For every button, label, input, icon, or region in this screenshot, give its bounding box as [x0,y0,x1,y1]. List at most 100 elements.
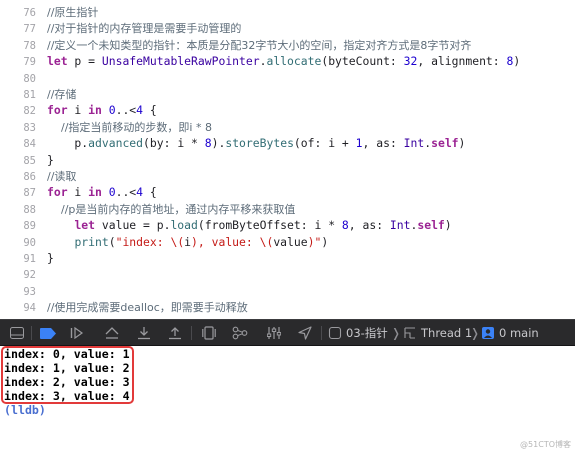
code-token: //读取 [47,170,77,183]
code-line[interactable]: 94 //使用完成需要dealloc，即需要手动释放 [0,299,248,315]
code-text: } [47,251,54,265]
chevron-right-icon: ❭ [391,326,402,340]
code-token: 1 [355,136,363,151]
code-line[interactable]: 87 for i in 0..<4 { [0,184,157,200]
debug-console[interactable]: index: 0, value: 1 index: 1, value: 2 in… [0,346,575,453]
code-token: self [431,136,459,151]
line-number: 93 [23,285,36,298]
code-token: 32 [403,54,418,69]
code-token: )" [307,234,322,249]
code-line[interactable]: 92 [0,266,47,282]
code-line[interactable]: 83 //指定当前移动的步数，即i * 8 [0,119,212,135]
code-token: p = [67,54,102,69]
code-token: ( [108,234,116,249]
code-token: (by: i * [143,136,205,151]
line-number: 88 [23,203,36,216]
code-token: let [47,54,68,69]
code-token: value = p. [95,218,171,233]
code-text: //读取 [47,169,76,183]
line-number: 84 [23,138,36,151]
view-hierarchy-icon[interactable] [201,325,217,341]
file-icon [327,325,343,341]
code-token: advanced [88,136,144,151]
code-token: { [143,185,157,200]
step-over-icon[interactable] [104,325,120,341]
code-token: } [47,152,54,167]
code-text: } [47,153,54,167]
code-token: //存储 [47,88,77,101]
code-token: , as: [348,218,390,233]
toolbar-separator [191,326,192,340]
debug-toolbar: 03-指针 ❭ Thread 1 ❭ 0 main [0,319,575,346]
code-token: 0 [108,103,116,118]
code-line[interactable]: 90 print("index: \(i), value: \(value)") [0,234,328,250]
line-number: 87 [23,187,36,200]
code-line[interactable]: 86 //读取 [0,168,76,184]
code-token: self [417,218,445,233]
line-number: 77 [23,23,36,36]
line-number: 76 [23,7,36,19]
code-token: ) [458,136,466,151]
code-text: //p是当前内存的首地址，通过内存平移来获取值 [47,202,295,216]
environment-overrides-icon[interactable] [266,325,282,341]
code-line[interactable]: 84 p.advanced(by: i * 8).storeBytes(of: … [0,135,465,151]
code-token: p. [47,136,89,151]
step-into-icon[interactable] [136,325,152,341]
code-text: print("index: \(i), value: \(value)") [47,235,328,249]
code-line[interactable]: 78 //定义一个未知类型的指针：本质是分配32字节大小的空间，指定对齐方式是8字… [0,37,471,53]
code-token: storeBytes [225,136,294,151]
line-number: 92 [23,269,36,282]
code-token: , as: [362,136,404,151]
code-line[interactable]: 85} [0,152,54,168]
code-token: //指定当前移动的步数，即i * 8 [47,120,212,134]
line-number: 83 [23,121,36,134]
code-token: } [47,251,54,265]
line-number: 94 [23,302,36,315]
code-token: ), value: \( [191,234,274,249]
code-line[interactable]: 80 [0,70,47,86]
code-token: { [143,103,157,118]
code-text: p.advanced(by: i * 8).storeBytes(of: i +… [47,136,465,150]
line-number: 85 [23,154,36,167]
code-token: ) [444,218,452,233]
code-line[interactable]: 76 //原生指针 [0,4,98,20]
code-token: Int [403,136,425,151]
lldb-prompt[interactable]: (lldb) [4,402,46,418]
code-token: //定义一个未知类型的指针：本质是分配32字节大小的空间，指定对齐方式是8字节对… [47,38,472,52]
code-token: ). [211,136,226,151]
line-number: 82 [23,105,36,118]
code-line[interactable]: 89 let value = p.load(fromByteOffset: i … [0,217,452,233]
memory-graph-icon[interactable] [232,325,248,341]
breakpoints-toggle-icon[interactable] [40,325,56,341]
code-token: ..< [115,103,137,118]
continue-icon[interactable] [70,325,86,341]
toolbar-separator [321,326,322,340]
code-text: //定义一个未知类型的指针：本质是分配32字节大小的空间，指定对齐方式是8字节对… [47,38,471,52]
code-line[interactable]: 93 [0,283,47,299]
code-token: in [88,185,102,200]
code-line[interactable]: 79 let p = UnsafeMutableRawPointer.alloca… [0,53,520,69]
code-line[interactable]: 81 //存储 [0,86,76,102]
code-line[interactable]: 82 for i in 0..<4 { [0,102,157,118]
code-token: //原生指针 [47,6,99,19]
breadcrumb-thread[interactable]: Thread 1 [421,324,472,342]
code-token: 4 [136,185,144,200]
breadcrumb-frame[interactable]: 0 main [499,324,539,342]
code-line[interactable]: 91} [0,250,54,266]
code-token: , alignment: [417,54,507,69]
code-line[interactable]: 88 //p是当前内存的首地址，通过内存平移来获取值 [0,201,295,217]
code-text: //指定当前移动的步数，即i * 8 [47,120,212,134]
breadcrumb-file[interactable]: 03-指针 [346,324,388,342]
code-token: 8 [204,136,212,151]
code-line[interactable]: 77 //对于指针的内存管理是需要手动管理的 [0,20,241,36]
toggle-debug-area-icon[interactable] [9,325,25,341]
code-token: //使用完成需要dealloc，即需要手动释放 [47,301,248,315]
code-token: i [67,103,89,118]
simulate-location-icon[interactable] [297,325,313,341]
code-token: 4 [136,103,144,118]
step-out-icon[interactable] [167,325,183,341]
code-token: "index: \( [115,234,185,249]
code-text: //使用完成需要dealloc，即需要手动释放 [47,300,248,314]
code-editor[interactable]: 76 //原生指针 77 //对于指针的内存管理是需要手动管理的 78 //定义一个未知类… [0,0,575,319]
